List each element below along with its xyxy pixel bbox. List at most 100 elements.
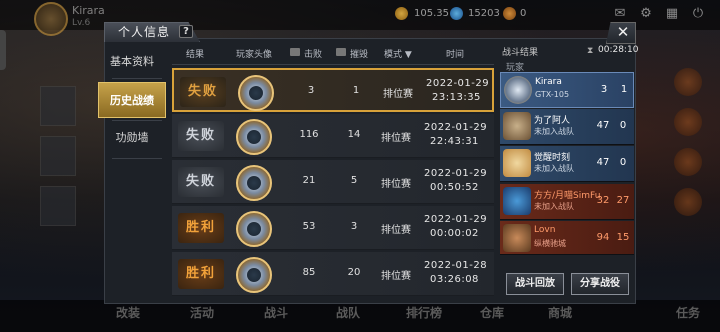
header-divider (172, 64, 494, 65)
close-button[interactable]: ✕ (606, 22, 636, 44)
mode-cell: 排位赛 (381, 271, 411, 282)
player-card-enemy[interactable]: Lovn 纵横驰城 94 15 (500, 221, 634, 255)
mode-cell: 排位赛 (383, 89, 413, 100)
nav-honor-wall[interactable]: 功勋墙 (98, 120, 166, 156)
hourglass-icon: ⧗ (587, 46, 594, 56)
player-card[interactable]: 觉醒时刻 未加入战队 47 0 (500, 146, 634, 182)
menu-item-leaderboard[interactable]: 排行榜 (406, 304, 442, 321)
tank-icon (290, 48, 300, 56)
battle-replay-button[interactable]: 战斗回放 (506, 273, 564, 295)
player-card-deaths: 15 (616, 232, 630, 243)
menu-item-events[interactable]: 活动 (190, 304, 214, 321)
kills-cell: 85 (302, 267, 316, 278)
share-battle-button[interactable]: 分享战役 (571, 273, 629, 295)
player-card-name: 方方/月喵SimFu (534, 191, 601, 201)
menu-item-shop[interactable]: 商城 (548, 304, 572, 321)
date-cell: 2022-01-29 (424, 122, 488, 133)
table-row[interactable]: 失败 3 1 排位赛 2022-01-29 23:13:35 (172, 68, 494, 112)
result-badge: 失败 (180, 77, 226, 107)
date-cell: 2022-01-29 (424, 214, 488, 225)
menu-item-tasks[interactable]: 任务 (676, 304, 700, 321)
player-avatar-icon (504, 76, 532, 104)
menu-item-clan[interactable]: 战队 (336, 304, 360, 321)
player-card-name: 觉醒时刻 (534, 153, 571, 163)
gear-icon[interactable]: ⚙ (638, 6, 654, 21)
player-card[interactable]: 为了阿人 未加入战队 47 0 (500, 109, 634, 145)
destroy-cell: 5 (350, 175, 358, 186)
header-kills: 击败 (304, 50, 323, 60)
player-name: Kirara (72, 4, 105, 17)
result-badge: 胜利 (178, 259, 224, 289)
table-row[interactable]: 胜利 53 3 排位赛 2022-01-29 00:00:02 (172, 206, 494, 250)
rank-badge-icon (674, 148, 702, 176)
player-avatar[interactable] (34, 2, 68, 36)
battle-duration: 00:28:10 (598, 45, 639, 55)
side-card (40, 136, 76, 176)
player-card-clan: 未加入战队 (534, 164, 574, 173)
player-card-name: Kirara (535, 77, 562, 87)
header-time: 时间 (446, 50, 465, 60)
nav-divider (112, 158, 162, 159)
menu-item-storage[interactable]: 仓库 (480, 304, 504, 321)
player-avatar-icon (503, 149, 531, 177)
rank-badge-icon (674, 68, 702, 96)
player-card-clan: 纵横驰城 (534, 239, 566, 248)
player-avatar-icon (503, 224, 531, 252)
sort-down-icon: ▼ (404, 50, 412, 60)
player-card-name: 为了阿人 (534, 116, 571, 126)
header-destroy: 摧毁 (350, 50, 369, 60)
side-drawer-handle[interactable] (0, 30, 6, 70)
exit-icon[interactable]: ⏻ (690, 6, 706, 21)
time-cell: 00:50:52 (430, 182, 479, 193)
player-card-deaths: 27 (616, 195, 630, 206)
player-card-deaths: 1 (620, 84, 628, 95)
nav-divider (112, 78, 162, 79)
nav-basic-info[interactable]: 基本资料 (98, 44, 166, 80)
gold-amount: 105.35 (414, 8, 449, 19)
menu-item-mod[interactable]: 改装 (116, 304, 140, 321)
player-card-kills: 32 (596, 195, 610, 206)
player-card-deaths: 0 (619, 157, 627, 168)
nav-match-history[interactable]: 历史战绩 (98, 82, 166, 118)
date-cell: 2022-01-29 (426, 78, 490, 89)
player-card-clan: 未加入战队 (534, 127, 574, 136)
help-button[interactable]: ? (179, 25, 193, 38)
date-cell: 2022-01-29 (424, 168, 488, 179)
mode-cell: 排位赛 (381, 133, 411, 144)
time-cell: 23:13:35 (432, 92, 481, 103)
rank-badge-icon (674, 188, 702, 216)
grid-menu-icon[interactable]: ▦ (664, 6, 680, 21)
table-row[interactable]: 失败 116 14 排位赛 2022-01-29 22:43:31 (172, 114, 494, 158)
destroy-cell: 1 (352, 85, 360, 96)
time-cell: 00:00:02 (430, 228, 479, 239)
player-card-clan: 未加入战队 (534, 202, 574, 211)
header-result: 结果 (186, 50, 205, 60)
player-card-enemy[interactable]: 方方/月喵SimFu 未加入战队 32 27 (500, 184, 634, 220)
mail-icon[interactable]: ✉ (612, 6, 628, 21)
table-row[interactable]: 胜利 85 20 排位赛 2022-01-28 03:26:08 (172, 252, 494, 296)
table-row[interactable]: 失败 21 5 排位赛 2022-01-29 00:50:52 (172, 160, 494, 204)
diamond-amount: 15203 (468, 8, 500, 19)
player-avatar-icon (236, 211, 272, 247)
kills-cell: 3 (307, 85, 315, 96)
mode-cell: 排位赛 (381, 225, 411, 236)
header-avatar: 玩家头像 (236, 50, 273, 60)
player-card-kills: 94 (596, 232, 610, 243)
player-avatar-icon (503, 187, 531, 215)
menu-item-battle[interactable]: 战斗 (264, 304, 288, 321)
destroy-cell: 20 (347, 267, 361, 278)
explosion-icon (336, 48, 346, 56)
header-mode[interactable]: 模式 ▼ (384, 47, 412, 60)
player-avatar-icon (238, 75, 274, 111)
destroy-cell: 3 (350, 221, 358, 232)
diamond-icon (450, 7, 463, 20)
player-card-kills: 47 (596, 120, 610, 131)
side-card (40, 186, 76, 226)
player-card-self[interactable]: Kirara GTX-105 3 1 (500, 72, 634, 108)
result-badge: 失败 (178, 121, 224, 151)
player-card-kills: 47 (596, 157, 610, 168)
kills-cell: 116 (299, 129, 319, 140)
result-badge: 胜利 (178, 213, 224, 243)
mode-cell: 排位赛 (381, 179, 411, 190)
side-card (40, 86, 76, 126)
